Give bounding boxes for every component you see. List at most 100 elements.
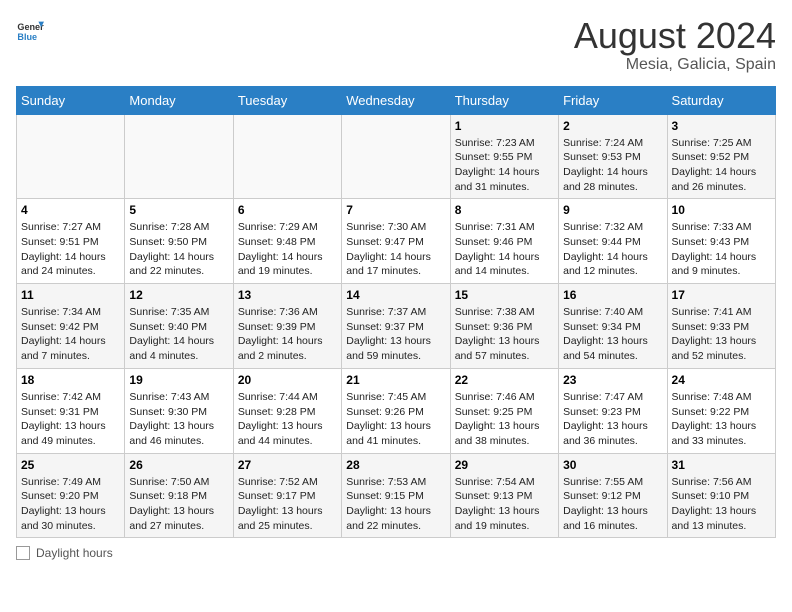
calendar-cell	[233, 114, 341, 199]
weekday-header-cell: Tuesday	[233, 86, 341, 114]
calendar-cell: 26 Sunrise: 7:50 AMSunset: 9:18 PMDayligh…	[125, 453, 233, 538]
svg-text:Blue: Blue	[17, 32, 37, 42]
day-info: Sunrise: 7:23 AMSunset: 9:55 PMDaylight:…	[455, 136, 554, 195]
day-number: 11	[21, 288, 120, 302]
day-info: Sunrise: 7:37 AMSunset: 9:37 PMDaylight:…	[346, 305, 445, 364]
day-number: 4	[21, 203, 120, 217]
day-number: 31	[672, 458, 771, 472]
calendar-cell: 22Sunrise: 7:46 AMSunset: 9:25 PMDayligh…	[450, 368, 558, 453]
calendar-cell: 17Sunrise: 7:41 AMSunset: 9:33 PMDayligh…	[667, 284, 775, 369]
calendar-week-row: 11Sunrise: 7:34 AMSunset: 9:42 PMDayligh…	[17, 284, 776, 369]
day-number: 14	[346, 288, 445, 302]
day-info: Sunrise: 7:33 AMSunset: 9:43 PMDaylight:…	[672, 220, 771, 279]
day-info: Sunrise: 7:32 AMSunset: 9:44 PMDaylight:…	[563, 220, 662, 279]
daylight-label: Daylight hours	[36, 546, 113, 560]
calendar-cell: 6 Sunrise: 7:29 AMSunset: 9:48 PMDaylight…	[233, 199, 341, 284]
day-info: Sunrise: 7:42 AMSunset: 9:31 PMDaylight:…	[21, 390, 120, 449]
calendar-header: SundayMondayTuesdayWednesdayThursdayFrid…	[17, 86, 776, 114]
day-info: Sunrise: 7:45 AMSunset: 9:26 PMDaylight:…	[346, 390, 445, 449]
day-info: Sunrise: 7:54 AMSunset: 9:13 PMDaylight:…	[455, 475, 554, 534]
day-number: 2	[563, 119, 662, 133]
calendar-cell: 30 Sunrise: 7:55 AMSunset: 9:12 PMDayligh…	[559, 453, 667, 538]
day-number: 29	[455, 458, 554, 472]
day-info: Sunrise: 7:25 AMSunset: 9:52 PMDaylight:…	[672, 136, 771, 195]
day-number: 13	[238, 288, 337, 302]
calendar-cell: 7 Sunrise: 7:30 AMSunset: 9:47 PMDaylight…	[342, 199, 450, 284]
calendar-cell: 18 Sunrise: 7:42 AMSunset: 9:31 PMDayligh…	[17, 368, 125, 453]
day-number: 26	[129, 458, 228, 472]
day-number: 27	[238, 458, 337, 472]
day-info: Sunrise: 7:28 AMSunset: 9:50 PMDaylight:…	[129, 220, 228, 279]
day-info: Sunrise: 7:30 AMSunset: 9:47 PMDaylight:…	[346, 220, 445, 279]
day-number: 12	[129, 288, 228, 302]
calendar-table: SundayMondayTuesdayWednesdayThursdayFrid…	[16, 86, 776, 539]
calendar-cell: 13 Sunrise: 7:36 AMSunset: 9:39 PMDayligh…	[233, 284, 341, 369]
day-number: 9	[563, 203, 662, 217]
day-info: Sunrise: 7:36 AMSunset: 9:39 PMDaylight:…	[238, 305, 337, 364]
calendar-cell: 5 Sunrise: 7:28 AMSunset: 9:50 PMDaylight…	[125, 199, 233, 284]
weekday-header-cell: Sunday	[17, 86, 125, 114]
day-number: 19	[129, 373, 228, 387]
day-info: Sunrise: 7:48 AMSunset: 9:22 PMDaylight:…	[672, 390, 771, 449]
day-number: 5	[129, 203, 228, 217]
calendar-cell: 15 Sunrise: 7:38 AMSunset: 9:36 PMDayligh…	[450, 284, 558, 369]
day-number: 1	[455, 119, 554, 133]
calendar-cell: 31Sunrise: 7:56 AMSunset: 9:10 PMDayligh…	[667, 453, 775, 538]
day-number: 25	[21, 458, 120, 472]
calendar-cell	[342, 114, 450, 199]
day-info: Sunrise: 7:31 AMSunset: 9:46 PMDaylight:…	[455, 220, 554, 279]
calendar-cell: 29 Sunrise: 7:54 AMSunset: 9:13 PMDayligh…	[450, 453, 558, 538]
day-info: Sunrise: 7:35 AMSunset: 9:40 PMDaylight:…	[129, 305, 228, 364]
day-info: Sunrise: 7:55 AMSunset: 9:12 PMDaylight:…	[563, 475, 662, 534]
calendar-cell: 8Sunrise: 7:31 AMSunset: 9:46 PMDaylight…	[450, 199, 558, 284]
weekday-header-cell: Monday	[125, 86, 233, 114]
day-info: Sunrise: 7:47 AMSunset: 9:23 PMDaylight:…	[563, 390, 662, 449]
calendar-cell	[125, 114, 233, 199]
day-number: 16	[563, 288, 662, 302]
title-block: August 2024 Mesia, Galicia, Spain	[574, 16, 776, 74]
calendar-cell: 4 Sunrise: 7:27 AMSunset: 9:51 PMDaylight…	[17, 199, 125, 284]
day-info: Sunrise: 7:50 AMSunset: 9:18 PMDaylight:…	[129, 475, 228, 534]
weekday-header-cell: Thursday	[450, 86, 558, 114]
calendar-cell: 23 Sunrise: 7:47 AMSunset: 9:23 PMDayligh…	[559, 368, 667, 453]
day-number: 18	[21, 373, 120, 387]
calendar-week-row: 1 Sunrise: 7:23 AMSunset: 9:55 PMDaylight…	[17, 114, 776, 199]
day-number: 17	[672, 288, 771, 302]
calendar-cell: 12 Sunrise: 7:35 AMSunset: 9:40 PMDayligh…	[125, 284, 233, 369]
day-number: 24	[672, 373, 771, 387]
day-info: Sunrise: 7:38 AMSunset: 9:36 PMDaylight:…	[455, 305, 554, 364]
day-number: 6	[238, 203, 337, 217]
calendar-cell: 27 Sunrise: 7:52 AMSunset: 9:17 PMDayligh…	[233, 453, 341, 538]
day-number: 7	[346, 203, 445, 217]
calendar-cell: 25 Sunrise: 7:49 AMSunset: 9:20 PMDayligh…	[17, 453, 125, 538]
day-number: 30	[563, 458, 662, 472]
calendar-cell: 20Sunrise: 7:44 AMSunset: 9:28 PMDayligh…	[233, 368, 341, 453]
footer-daylight: Daylight hours	[16, 546, 113, 560]
day-info: Sunrise: 7:52 AMSunset: 9:17 PMDaylight:…	[238, 475, 337, 534]
calendar-cell: 2 Sunrise: 7:24 AMSunset: 9:53 PMDaylight…	[559, 114, 667, 199]
day-number: 20	[238, 373, 337, 387]
calendar-cell: 1 Sunrise: 7:23 AMSunset: 9:55 PMDaylight…	[450, 114, 558, 199]
day-info: Sunrise: 7:29 AMSunset: 9:48 PMDaylight:…	[238, 220, 337, 279]
page-header: General Blue August 2024 Mesia, Galicia,…	[16, 16, 776, 74]
calendar-week-row: 25 Sunrise: 7:49 AMSunset: 9:20 PMDayligh…	[17, 453, 776, 538]
calendar-cell: 16Sunrise: 7:40 AMSunset: 9:34 PMDayligh…	[559, 284, 667, 369]
day-number: 28	[346, 458, 445, 472]
weekday-header-cell: Wednesday	[342, 86, 450, 114]
daylight-swatch	[16, 546, 30, 560]
calendar-cell: 24 Sunrise: 7:48 AMSunset: 9:22 PMDayligh…	[667, 368, 775, 453]
day-info: Sunrise: 7:49 AMSunset: 9:20 PMDaylight:…	[21, 475, 120, 534]
day-number: 15	[455, 288, 554, 302]
day-info: Sunrise: 7:43 AMSunset: 9:30 PMDaylight:…	[129, 390, 228, 449]
day-number: 23	[563, 373, 662, 387]
day-number: 10	[672, 203, 771, 217]
calendar-cell: 28Sunrise: 7:53 AMSunset: 9:15 PMDayligh…	[342, 453, 450, 538]
footer: Daylight hours	[16, 546, 776, 560]
day-info: Sunrise: 7:27 AMSunset: 9:51 PMDaylight:…	[21, 220, 120, 279]
day-number: 3	[672, 119, 771, 133]
day-info: Sunrise: 7:24 AMSunset: 9:53 PMDaylight:…	[563, 136, 662, 195]
logo: General Blue	[16, 16, 44, 44]
calendar-cell: 14 Sunrise: 7:37 AMSunset: 9:37 PMDayligh…	[342, 284, 450, 369]
location: Mesia, Galicia, Spain	[574, 56, 776, 74]
calendar-cell: 10 Sunrise: 7:33 AMSunset: 9:43 PMDayligh…	[667, 199, 775, 284]
